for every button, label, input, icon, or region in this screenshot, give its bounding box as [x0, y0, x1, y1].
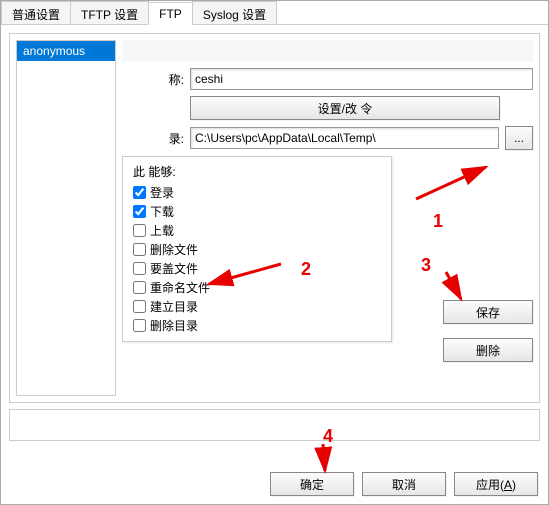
perm-overwrite-checkbox[interactable] [133, 262, 146, 275]
perm-overwrite-label: 要盖文件 [150, 260, 198, 277]
dialog-buttons: 确定 取消 应用(A) [270, 472, 538, 496]
perm-login-checkbox[interactable] [133, 186, 146, 199]
apply-button[interactable]: 应用(A) [454, 472, 538, 496]
ok-button[interactable]: 确定 [270, 472, 354, 496]
tab-general[interactable]: 普通设置 [1, 1, 71, 24]
perm-deletefile-label: 删除文件 [150, 241, 198, 258]
editor-toolbar [122, 40, 533, 62]
user-editor: 称: 设置/改 令 录: ... 此 能够: 登录 下载 上载 [122, 40, 533, 396]
permissions-group: 此 能够: 登录 下载 上载 删除文件 要盖文件 重命名文件 建立目录 删除目录 [122, 156, 392, 342]
browse-button[interactable]: ... [505, 126, 533, 150]
perm-download-label: 下载 [150, 203, 174, 220]
perm-upload-label: 上载 [150, 222, 174, 239]
name-label: 称: [122, 71, 184, 88]
perm-rmdir-label: 删除目录 [150, 317, 198, 334]
perm-mkdir-checkbox[interactable] [133, 300, 146, 313]
status-bar [9, 409, 540, 441]
user-list[interactable]: anonymous [16, 40, 116, 396]
dir-input[interactable] [190, 127, 499, 149]
name-input[interactable] [190, 68, 533, 90]
permissions-title: 此 能够: [133, 163, 381, 180]
side-buttons: 保存 删除 [443, 300, 533, 362]
tab-tftp[interactable]: TFTP 设置 [70, 1, 149, 24]
cancel-button[interactable]: 取消 [362, 472, 446, 496]
perm-rename-checkbox[interactable] [133, 281, 146, 294]
tab-ftp[interactable]: FTP [148, 2, 193, 25]
dialog-window: 普通设置 TFTP 设置 FTP Syslog 设置 anonymous 称: … [0, 0, 549, 505]
perm-mkdir-label: 建立目录 [150, 298, 198, 315]
perm-rename-label: 重命名文件 [150, 279, 210, 296]
tab-strip: 普通设置 TFTP 设置 FTP Syslog 设置 [1, 1, 548, 25]
ftp-panel: anonymous 称: 设置/改 令 录: ... 此 [9, 33, 540, 403]
save-button[interactable]: 保存 [443, 300, 533, 324]
tab-syslog[interactable]: Syslog 设置 [192, 1, 277, 24]
perm-upload-checkbox[interactable] [133, 224, 146, 237]
dir-label: 录: [122, 130, 184, 147]
user-list-item[interactable]: anonymous [17, 41, 115, 61]
perm-deletefile-checkbox[interactable] [133, 243, 146, 256]
delete-button[interactable]: 删除 [443, 338, 533, 362]
perm-login-label: 登录 [150, 184, 174, 201]
perm-download-checkbox[interactable] [133, 205, 146, 218]
tab-content: anonymous 称: 设置/改 令 录: ... 此 [1, 25, 548, 455]
set-password-button[interactable]: 设置/改 令 [190, 96, 500, 120]
perm-rmdir-checkbox[interactable] [133, 319, 146, 332]
